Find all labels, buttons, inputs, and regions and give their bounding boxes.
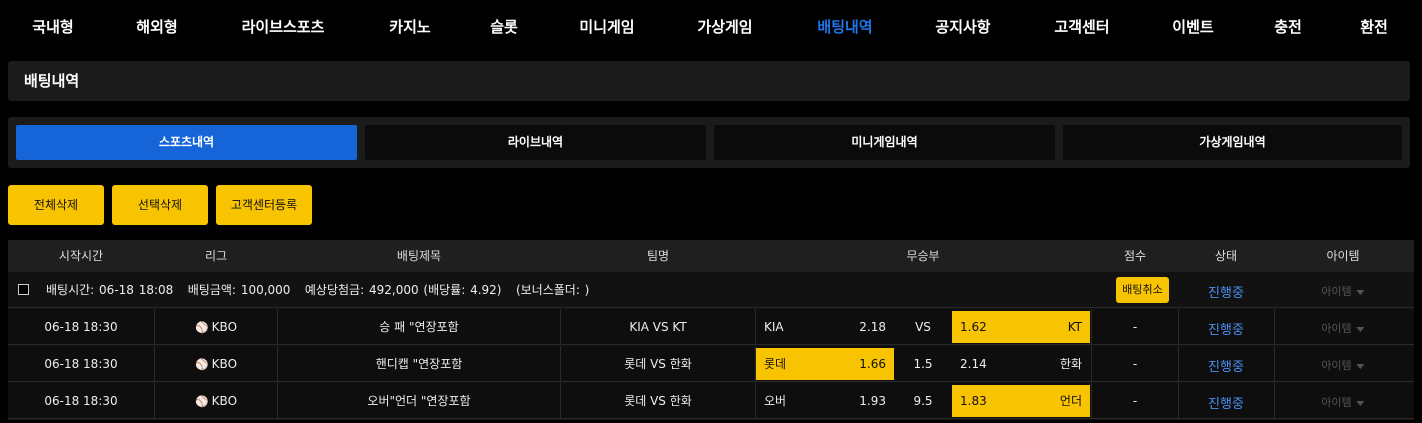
nav-item-withdraw[interactable]: 환전	[1360, 0, 1388, 54]
row-score: -	[1132, 357, 1138, 371]
row-bet-title: 승 패 "연장포함	[379, 320, 459, 334]
away-pick[interactable]: 1.83 언더	[952, 385, 1090, 417]
nav-item-slot[interactable]: 슬롯	[490, 0, 518, 54]
nav-item-domestic[interactable]: 국내형	[32, 0, 73, 54]
nav-item-casino[interactable]: 카지노	[389, 0, 430, 54]
bet-time: 06-18 18:08	[99, 283, 174, 297]
row-time: 06-18 18:30	[44, 357, 118, 371]
row-score: -	[1132, 394, 1138, 408]
row-middle: VS	[915, 320, 931, 334]
status-text: 진행중	[1208, 323, 1244, 338]
register-support-button[interactable]: 고객센터등록	[216, 185, 312, 225]
header-item: 아이템	[1326, 249, 1360, 263]
expected-win: 492,000	[368, 283, 419, 297]
row-teams: KIA VS KT	[629, 320, 687, 334]
page-title-bar: 배팅내역	[8, 61, 1410, 101]
bet-amount: 100,000	[240, 283, 291, 297]
away-pick[interactable]: 2.14 한화	[952, 348, 1090, 380]
item-dropdown[interactable]: 아이템	[1321, 283, 1365, 299]
home-pick[interactable]: 오버 1.93	[756, 385, 894, 417]
home-pick[interactable]: 롯데 1.66	[756, 348, 894, 380]
header-bet-title: 배팅제목	[396, 249, 442, 263]
select-checkbox[interactable]	[18, 284, 29, 295]
tab-virtual-game-history[interactable]: 가상게임내역	[1063, 125, 1402, 160]
status-text: 진행중	[1208, 360, 1244, 375]
header-draw: 무승부	[906, 249, 940, 263]
baseball-icon: ⚾	[194, 358, 209, 371]
nav-item-bet-history[interactable]: 배팅내역	[817, 0, 872, 54]
nav-item-notice[interactable]: 공지사항	[935, 0, 990, 54]
bonus-folder: (보너스폴더: )	[515, 283, 590, 297]
row-teams: 롯데 VS 한화	[624, 394, 692, 408]
expected-win-label: 예상당첨금:	[304, 283, 365, 297]
nav-item-overseas[interactable]: 해외형	[136, 0, 177, 54]
baseball-icon: ⚾	[194, 395, 209, 408]
nav-item-deposit[interactable]: 충전	[1274, 0, 1302, 54]
status-text: 진행중	[1208, 397, 1244, 412]
table-row: 06-18 18:30 ⚾ KBO 핸디캡 "연장포함 롯데 VS 한화 롯데 1.…	[8, 346, 1414, 382]
caret-down-icon	[1356, 326, 1365, 332]
tab-live-history[interactable]: 라이브내역	[365, 125, 706, 160]
row-score: -	[1132, 320, 1138, 334]
header-team-name: 팀명	[646, 249, 670, 263]
delete-selected-button[interactable]: 선택삭제	[112, 185, 208, 225]
delete-all-button[interactable]: 전체삭제	[8, 185, 104, 225]
header-status: 상태	[1214, 249, 1238, 263]
table-header: 시작시간 리그 배팅제목 팀명 무승부 점수 상태 아이템	[8, 240, 1414, 272]
tab-minigame-history[interactable]: 미니게임내역	[714, 125, 1055, 160]
bet-summary-info: 배팅시간: 06-18 18:08 배팅금액: 100,000 예상당첨금: 4…	[46, 272, 589, 308]
status-text: 진행중	[1208, 286, 1244, 301]
top-navigation: 국내형 해외형 라이브스포츠 카지노 슬롯 미니게임 가상게임 배팅내역 공지사…	[0, 0, 1422, 54]
row-teams: 롯데 VS 한화	[624, 357, 692, 371]
caret-down-icon	[1356, 400, 1365, 406]
table-row: 06-18 18:30 ⚾ KBO 오버"언더 "연장포함 롯데 VS 한화 오버…	[8, 383, 1414, 419]
item-dropdown[interactable]: 아이템	[1321, 394, 1365, 410]
row-middle: 9.5	[913, 394, 933, 408]
away-pick[interactable]: 1.62 KT	[952, 311, 1090, 343]
item-label: 아이템	[1321, 285, 1352, 298]
caret-down-icon	[1356, 289, 1365, 295]
header-league: 리그	[204, 249, 228, 263]
nav-item-live-sports[interactable]: 라이브스포츠	[242, 0, 325, 54]
row-time: 06-18 18:30	[44, 320, 118, 334]
baseball-icon: ⚾	[194, 321, 209, 334]
header-score: 점수	[1123, 249, 1147, 263]
nav-item-support[interactable]: 고객센터	[1054, 0, 1109, 54]
bet-amount-label: 배팅금액:	[187, 283, 236, 297]
row-league: ⚾ KBO	[195, 383, 237, 419]
item-dropdown[interactable]: 아이템	[1321, 357, 1365, 373]
item-dropdown[interactable]: 아이템	[1321, 320, 1365, 336]
nav-item-minigame[interactable]: 미니게임	[579, 0, 634, 54]
page-title: 배팅내역	[24, 72, 80, 90]
row-middle: 1.5	[913, 357, 933, 371]
home-pick[interactable]: KIA 2.18	[756, 311, 894, 343]
caret-down-icon	[1356, 363, 1365, 369]
history-tabs: 스포츠내역 라이브내역 미니게임내역 가상게임내역	[8, 117, 1410, 168]
row-bet-title: 오버"언더 "연장포함	[367, 394, 471, 408]
bet-summary-row: 배팅시간: 06-18 18:08 배팅금액: 100,000 예상당첨금: 4…	[8, 272, 1414, 308]
bet-time-label: 배팅시간:	[46, 283, 95, 297]
nav-item-virtual-game[interactable]: 가상게임	[697, 0, 752, 54]
nav-item-event[interactable]: 이벤트	[1172, 0, 1213, 54]
header-start-time: 시작시간	[58, 249, 104, 263]
table-row: 06-18 18:30 ⚾ KBO 승 패 "연장포함 KIA VS KT KIA…	[8, 309, 1414, 345]
tab-sports-history[interactable]: 스포츠내역	[16, 125, 357, 160]
cancel-bet-button[interactable]: 배팅취소	[1116, 277, 1169, 303]
row-time: 06-18 18:30	[44, 394, 118, 408]
row-bet-title: 핸디캡 "연장포함	[375, 357, 463, 371]
odds-rate: (배당률: 4.92)	[423, 283, 502, 297]
row-league: ⚾ KBO	[195, 346, 237, 382]
bet-history-table: 시작시간 리그 배팅제목 팀명 무승부 점수 상태 아이템 배팅시간: 06-1…	[8, 240, 1414, 420]
row-league: ⚾ KBO	[195, 309, 237, 345]
